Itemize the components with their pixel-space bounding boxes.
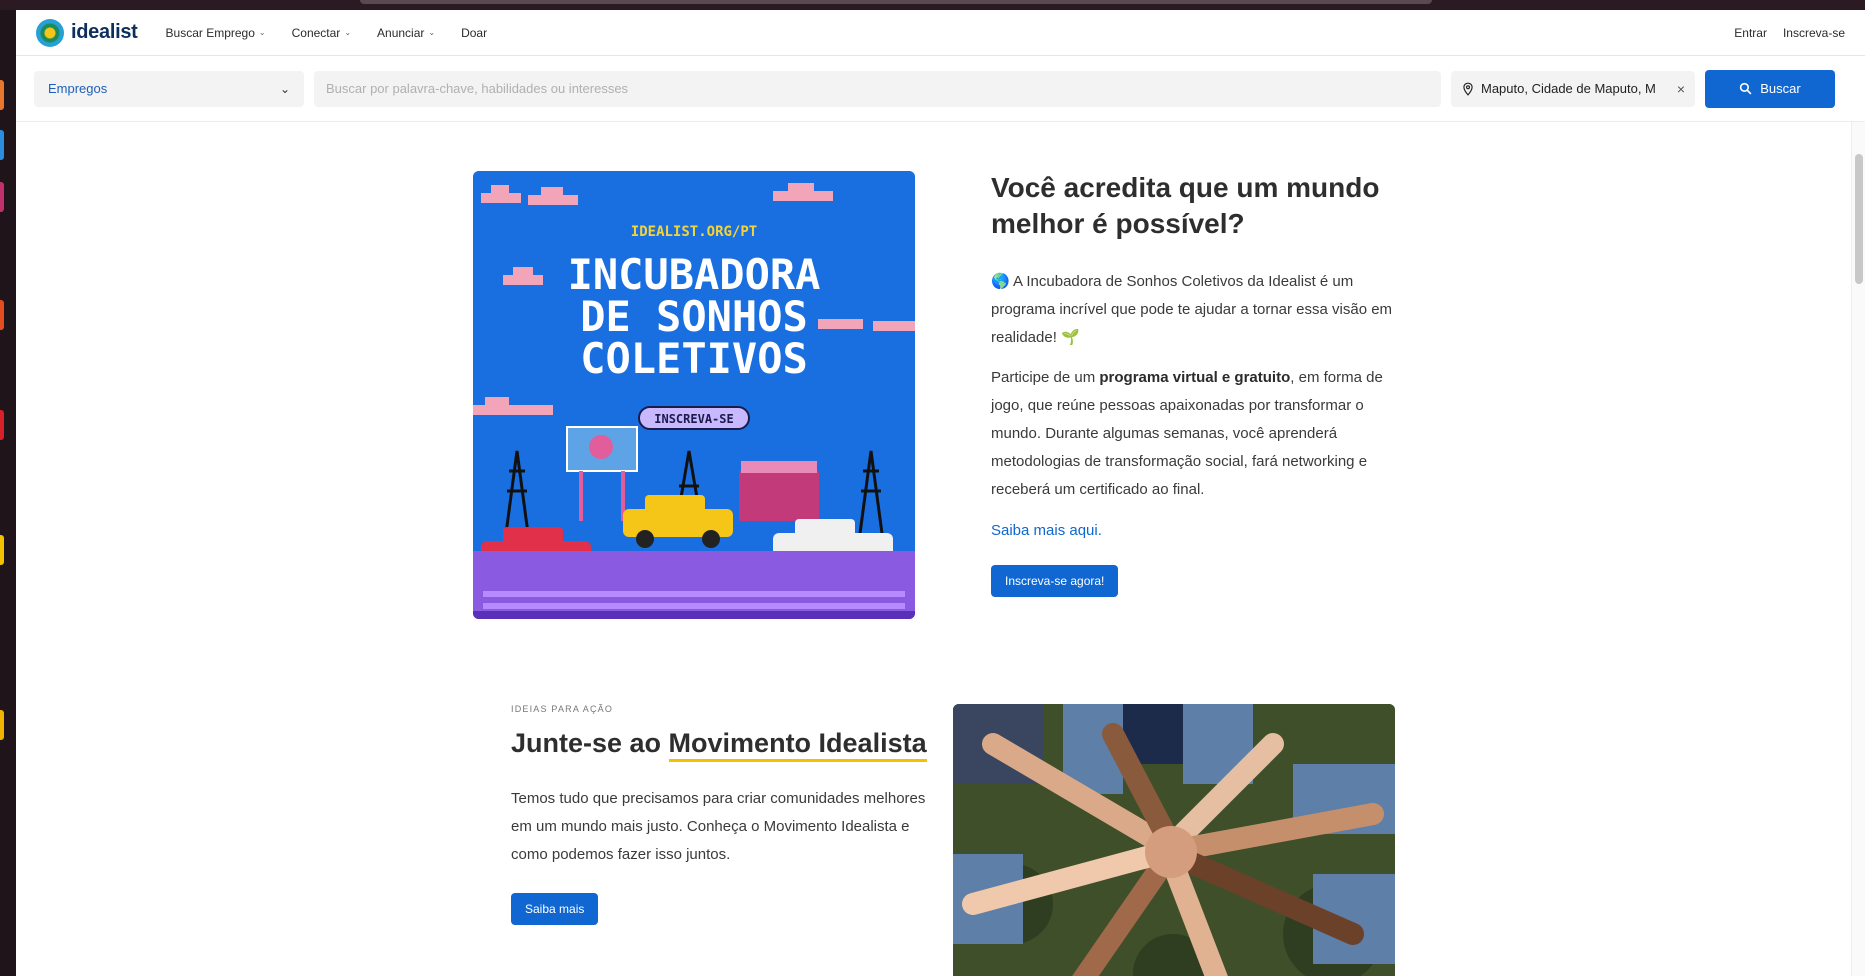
- nav-item-buscar-emprego[interactable]: Buscar Emprego ⌄: [166, 26, 266, 40]
- intro-paragraph: 🌎 A Incubadora de Sonhos Coletivos da Id…: [991, 268, 1411, 352]
- movement-section: IDEIAS PARA AÇÃO Junte-se ao Movimento I…: [511, 704, 931, 925]
- program-paragraph: Participe de um programa virtual e gratu…: [991, 364, 1411, 504]
- program-text-pre: Participe de um: [991, 369, 1100, 386]
- chevron-down-icon: ⌄: [344, 28, 352, 37]
- nav-item-label: Conectar: [291, 25, 341, 40]
- movement-body: Temos tudo que precisamos para criar com…: [511, 790, 926, 863]
- nav-item-anunciar[interactable]: Anunciar ⌄: [377, 26, 435, 40]
- signup-now-button[interactable]: Inscreva-se agora!: [991, 565, 1119, 597]
- browser-viewport: idealist Buscar Emprego ⌄ Conectar ⌄ Anu…: [16, 10, 1865, 976]
- category-select[interactable]: Empregos ⌄: [34, 70, 304, 107]
- dock-app-icon[interactable]: [0, 535, 4, 565]
- dock-app-icon[interactable]: [0, 300, 4, 330]
- section-title: Você acredita que um mundo melhor é poss…: [991, 172, 1380, 239]
- movement-title: Junte-se ao Movimento Idealista: [511, 728, 931, 762]
- category-select-value: Empregos: [48, 81, 108, 96]
- nav-item-label: Buscar Emprego: [165, 25, 255, 40]
- globe-icon: 🌎: [991, 273, 1010, 290]
- search-button[interactable]: Buscar: [1705, 69, 1835, 108]
- nav-item-label: Anunciar: [377, 25, 425, 40]
- dock-app-icon[interactable]: [0, 182, 4, 212]
- promo-title-line3: COLETIVOS: [580, 334, 808, 383]
- chevron-down-icon: ⌄: [258, 28, 266, 37]
- nav-item-conectar[interactable]: Conectar ⌄: [292, 26, 351, 40]
- location-field[interactable]: Maputo, Cidade de Maputo, M ×: [1451, 70, 1695, 107]
- os-dock: [0, 10, 16, 976]
- learn-more-button[interactable]: Saiba mais: [511, 893, 599, 925]
- search-bar: Empregos ⌄ Maputo, Cidade de Maputo, M ×…: [16, 56, 1865, 122]
- top-navigation: idealist Buscar Emprego ⌄ Conectar ⌄ Anu…: [16, 10, 1865, 56]
- program-text-post: , em forma de jogo, que reúne pessoas ap…: [991, 369, 1383, 498]
- scrollbar-thumb[interactable]: [1855, 154, 1863, 284]
- dock-app-icon[interactable]: [0, 710, 4, 740]
- incubadora-promo-image: IDEALIST.ORG/PT INCUBADORA DE SONHOS COL…: [473, 171, 915, 619]
- location-pin-icon: [1463, 82, 1473, 96]
- login-link[interactable]: Entrar: [1734, 26, 1767, 40]
- os-top-bar: [0, 0, 1865, 10]
- dock-app-icon[interactable]: [0, 410, 4, 440]
- search-icon: [1740, 82, 1752, 95]
- keyword-search-input[interactable]: [314, 70, 1441, 107]
- movement-title-highlight: Movimento Idealista: [668, 728, 927, 762]
- idealist-logo-icon: [36, 18, 64, 47]
- window-handle: [360, 0, 1432, 4]
- learn-more-link[interactable]: Saiba mais aqui.: [991, 522, 1102, 539]
- nav-item-label: Doar: [461, 25, 488, 40]
- incubadora-section: Você acredita que um mundo melhor é poss…: [991, 170, 1411, 597]
- dock-app-icon[interactable]: [0, 80, 4, 110]
- logo-text: idealist: [71, 21, 138, 43]
- signup-link[interactable]: Inscreva-se: [1783, 26, 1845, 40]
- dock-app-icon[interactable]: [0, 130, 4, 160]
- logo[interactable]: idealist: [36, 18, 138, 47]
- promo-badge-text: INSCREVA-SE: [654, 412, 733, 426]
- auth-links: Entrar Inscreva-se: [1734, 26, 1845, 40]
- location-value: Maputo, Cidade de Maputo, M: [1481, 81, 1656, 96]
- chevron-down-icon: ⌄: [428, 28, 436, 37]
- promo-url-text: IDEALIST.ORG/PT: [631, 224, 757, 240]
- scrollbar[interactable]: [1851, 122, 1865, 976]
- clear-location-icon[interactable]: ×: [1677, 81, 1685, 97]
- chevron-down-icon: ⌄: [279, 81, 290, 96]
- program-text-bold: programa virtual e gratuito: [1099, 369, 1291, 386]
- seedling-icon: 🌱: [1061, 329, 1080, 346]
- search-button-label: Buscar: [1760, 81, 1801, 96]
- section-eyebrow: IDEIAS PARA AÇÃO: [511, 704, 614, 714]
- hands-together-photo: [953, 704, 1395, 976]
- nav-item-doar[interactable]: Doar: [461, 26, 487, 40]
- movement-title-pre: Junte-se ao: [511, 728, 669, 758]
- intro-text: A Incubadora de Sonhos Coletivos da Idea…: [991, 273, 1393, 346]
